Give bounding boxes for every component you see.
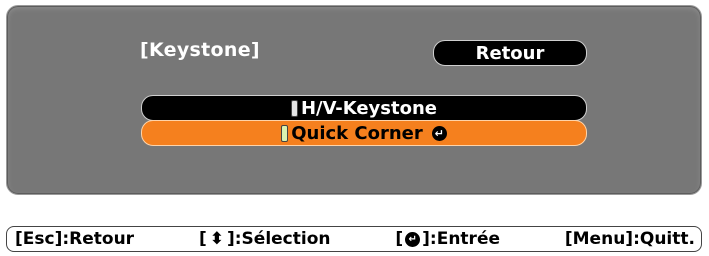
help-bar: [Esc] :Retour [ ⬍ ] :Sélection [ ↵ ] :En…	[6, 226, 702, 252]
help-menu: [Menu] :Quitt.	[565, 229, 695, 249]
item-marker-icon	[290, 99, 298, 117]
select-close-bracket: ]	[226, 229, 235, 249]
help-select: [ ⬍ ] :Sélection	[199, 229, 331, 249]
back-button[interactable]: Retour	[433, 40, 587, 66]
enter-close-bracket: ]	[422, 229, 430, 249]
up-down-arrow-icon: ⬍	[209, 229, 224, 249]
enter-open-bracket: [	[395, 229, 404, 249]
keystone-menu-panel: [Keystone] Retour H/V-Keystone Quick Cor…	[6, 5, 702, 195]
enter-action-label: :Entrée	[429, 229, 501, 249]
esc-key-label: [Esc]	[15, 229, 63, 249]
help-esc: [Esc] :Retour	[15, 229, 134, 249]
menu-key-label: [Menu]	[564, 229, 634, 249]
enter-icon: ↵	[405, 231, 421, 247]
enter-icon: ↵	[431, 125, 447, 141]
menu-title: [Keystone]	[140, 39, 260, 61]
select-open-bracket: [	[198, 229, 207, 249]
menu-item-quick-corner[interactable]: Quick Corner ↵	[141, 120, 587, 146]
menu-item-hv-keystone[interactable]: H/V-Keystone	[141, 95, 587, 121]
item-marker-icon	[281, 124, 289, 142]
esc-action-label: :Retour	[62, 229, 135, 249]
select-action-label: :Sélection	[234, 229, 331, 249]
menu-item-label: Quick Corner	[291, 122, 423, 144]
menu-action-label: :Quitt.	[633, 229, 695, 249]
help-enter: [ ↵ ] :Entrée	[395, 229, 500, 249]
back-button-label: Retour	[475, 42, 545, 64]
menu-item-label: H/V-Keystone	[300, 97, 437, 119]
